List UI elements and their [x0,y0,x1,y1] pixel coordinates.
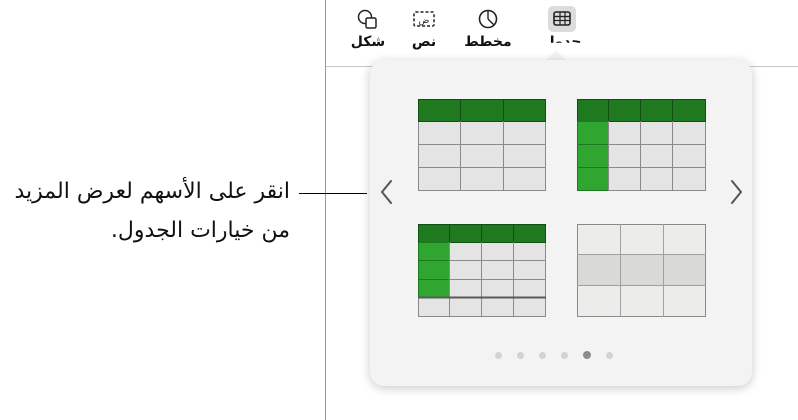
toolbar-chart-label: مخطط [464,34,512,50]
table-style-header-column-footer[interactable] [418,224,546,317]
page-dot-active[interactable] [583,351,591,359]
toolbar-table-button[interactable]: جدول [532,6,592,50]
page-dot[interactable] [539,351,546,359]
table-style-header-row[interactable] [418,99,546,191]
callout-text: انقر على الأسهم لعرض المزيد من خيارات ال… [14,179,291,243]
next-arrow-icon[interactable] [728,178,744,206]
table-style-header-row-and-column[interactable] [577,99,706,191]
text-box-icon: ض [410,6,438,32]
page-dot[interactable] [606,351,613,359]
toolbar-shape-label: شكل [350,34,386,50]
svg-text:ض: ض [419,16,430,26]
shape-icon [354,6,382,32]
toolbar-table-label: جدول [542,34,582,50]
toolbar-text-label: نص [411,34,437,50]
callout-line [299,193,367,194]
page-indicator[interactable] [495,349,613,361]
chart-icon [474,6,502,32]
previous-arrow-icon[interactable] [379,178,395,206]
page-dot[interactable] [517,351,524,359]
table-icon [548,6,576,32]
toolbar-text-button[interactable]: ض نص [394,6,454,50]
page-dot[interactable] [561,351,568,359]
toolbar-shape-button[interactable]: شكل [338,6,398,50]
toolbar-chart-button[interactable]: مخطط [458,6,518,50]
page-dot[interactable] [495,351,502,359]
table-style-plain-gray[interactable] [577,224,706,317]
